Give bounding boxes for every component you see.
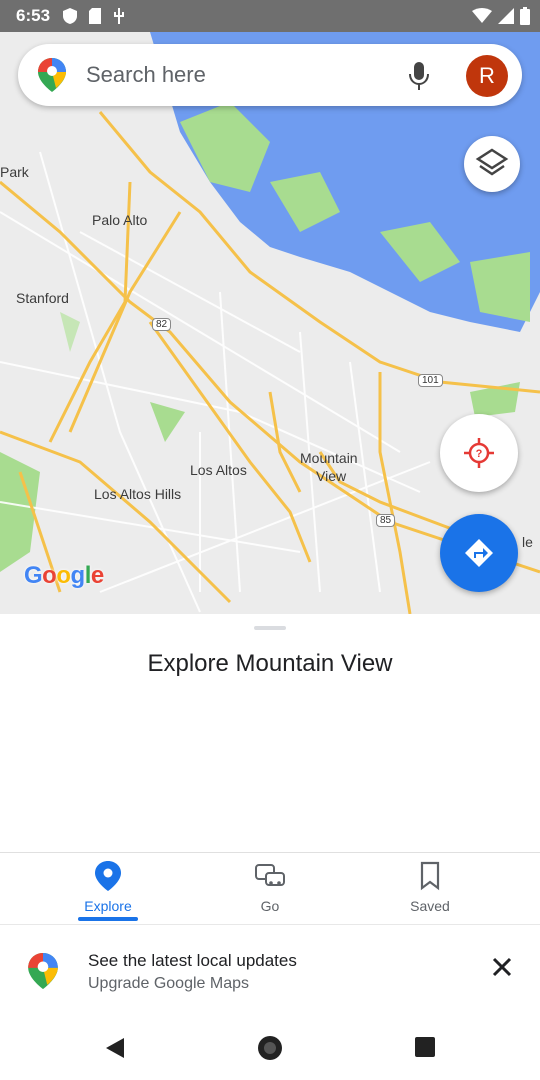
tab-go[interactable]: Go [220, 861, 320, 914]
search-input[interactable]: Search here [86, 62, 206, 88]
microphone-icon[interactable] [408, 60, 430, 92]
back-icon[interactable] [104, 1036, 126, 1060]
location-target-icon: ? [464, 438, 494, 468]
close-icon[interactable] [486, 951, 518, 983]
search-bar[interactable]: Search here R [18, 44, 522, 106]
route-101-shield: 101 [418, 374, 443, 387]
sd-card-icon [89, 8, 101, 24]
sheet-title: Explore Mountain View [147, 650, 393, 677]
tab-explore[interactable]: Explore [58, 861, 158, 921]
my-location-button[interactable]: ? [440, 414, 518, 492]
explore-sheet[interactable]: Explore Mountain View [0, 614, 540, 852]
wifi-icon [472, 8, 492, 23]
bookmark-icon [420, 861, 440, 891]
status-bar: 6:53 [0, 0, 540, 32]
banner-upgrade-link[interactable]: Upgrade Google Maps [88, 975, 249, 993]
bottom-navigation: Explore Go Saved [0, 852, 540, 924]
route-85-shield: 85 [376, 514, 396, 527]
layers-button[interactable] [464, 136, 520, 192]
tab-saved[interactable]: Saved [380, 861, 480, 914]
map-label-los-altos: Los Altos [190, 462, 247, 478]
recents-icon[interactable] [414, 1036, 436, 1058]
status-time: 6:53 [16, 6, 51, 25]
svg-text:?: ? [476, 448, 483, 460]
tab-go-label: Go [260, 898, 280, 914]
system-status-icons [472, 7, 530, 25]
upgrade-banner[interactable]: See the latest local updates Upgrade Goo… [0, 924, 540, 1018]
map-label-edge: le [522, 534, 533, 550]
map-label-los-altos-hills: Los Altos Hills [94, 486, 182, 502]
notification-icons [62, 7, 126, 25]
account-avatar[interactable]: R [466, 55, 508, 97]
tab-explore-label: Explore [84, 898, 132, 914]
map-label-park: Park [0, 164, 29, 180]
map-label-stanford: Stanford [16, 290, 69, 306]
sheet-drag-handle[interactable] [254, 626, 286, 630]
map-label-palo-alto: Palo Alto [92, 212, 148, 228]
explore-pin-icon [95, 861, 121, 891]
directions-button[interactable] [440, 514, 518, 592]
home-icon[interactable] [256, 1034, 284, 1062]
usb-icon [114, 8, 124, 24]
directions-icon [465, 539, 493, 567]
commute-icon [255, 864, 285, 886]
map-label-view: View [316, 468, 347, 484]
google-logo: Google [24, 562, 104, 589]
shield-notification-icon [63, 8, 77, 24]
tab-saved-label: Saved [410, 898, 450, 914]
system-navigation-bar [0, 1018, 540, 1080]
battery-icon [520, 7, 530, 25]
signal-icon [498, 8, 514, 24]
maps-pin-icon [38, 58, 66, 92]
route-82-shield: 82 [152, 318, 172, 331]
banner-title: See the latest local updates [88, 951, 297, 970]
maps-app-icon [28, 953, 58, 989]
layers-icon [475, 148, 509, 176]
map-label-mountain: Mountain [300, 450, 358, 466]
